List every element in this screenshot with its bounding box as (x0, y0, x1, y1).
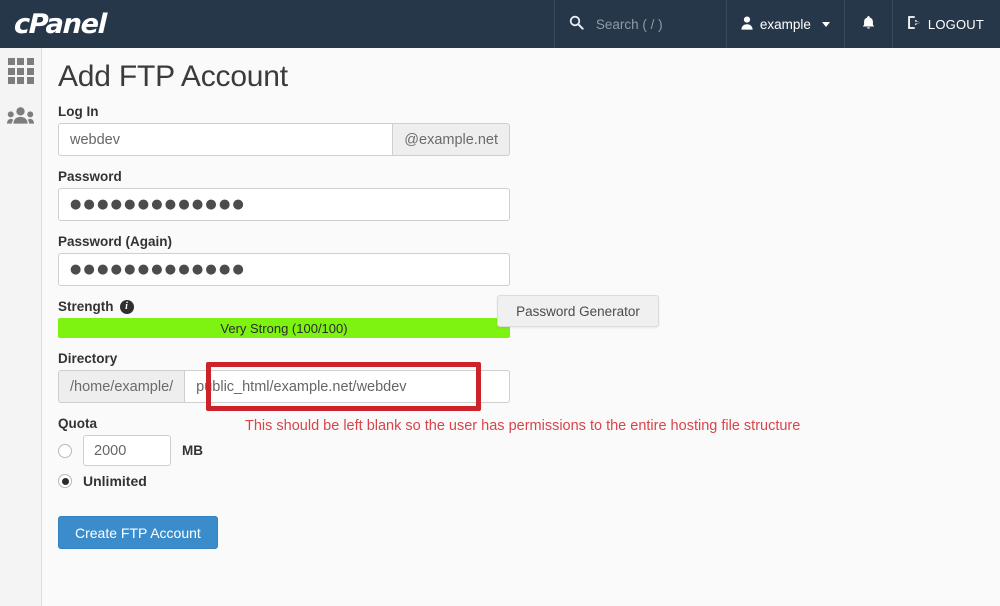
quota-unlimited-row[interactable]: Unlimited (58, 473, 1000, 489)
info-icon[interactable]: i (119, 299, 134, 314)
directory-prefix-addon: /home/example/ (58, 370, 185, 403)
directory-label: Directory (58, 351, 118, 366)
create-ftp-account-button[interactable]: Create FTP Account (58, 516, 218, 549)
password-again-label: Password (Again) (58, 234, 173, 249)
chevron-down-icon (821, 21, 830, 27)
strength-value: Very Strong (100/100) (220, 320, 348, 336)
directory-group: Directory /home/example/ (58, 351, 1000, 411)
login-label: Log In (58, 104, 99, 119)
logout-icon (907, 15, 923, 33)
search-icon (569, 15, 584, 33)
quota-limited-radio[interactable] (58, 443, 72, 458)
logout-button[interactable]: LOGOUT (891, 0, 1000, 48)
annotation-text: This should be left blank so the user ha… (245, 418, 801, 434)
quota-unit-label: MB (182, 443, 203, 458)
logout-label: LOGOUT (927, 16, 984, 32)
user-icon (741, 16, 753, 33)
user-menu[interactable]: example (725, 0, 844, 48)
main-content: Add FTP Account Log In @example.net Pass… (42, 48, 1000, 606)
notifications-button[interactable] (843, 0, 892, 48)
cpanel-logo[interactable]: cPanel (0, 0, 140, 48)
strength-bar: Very Strong (100/100) (58, 318, 510, 338)
quota-unlimited-radio[interactable] (58, 474, 72, 488)
strength-label: Strength (58, 299, 114, 314)
login-domain-addon: @example.net (392, 123, 510, 156)
password-input[interactable]: ●●●●●●●●●●●●● (58, 188, 510, 221)
password-field-group: Password ●●●●●●●●●●●●● (58, 169, 1000, 221)
quota-limited-row: MB (58, 435, 1000, 466)
directory-input-group: /home/example/ (58, 362, 510, 411)
password-again-field-group: Password (Again) ●●●●●●●●●●●●● (58, 234, 1000, 286)
search-placeholder: Search ( / ) (595, 16, 663, 32)
quota-value-input[interactable] (83, 435, 171, 466)
login-input[interactable] (58, 123, 393, 156)
top-header: cPanel Search ( / ) example LOGOUT (0, 0, 1000, 48)
quota-unlimited-label: Unlimited (83, 473, 147, 489)
page-title: Add FTP Account (58, 60, 288, 93)
password-label: Password (58, 169, 122, 184)
header-spacer (140, 0, 554, 48)
search-input[interactable]: Search ( / ) (553, 0, 726, 48)
login-input-group: @example.net (58, 123, 510, 156)
grid-icon (7, 58, 34, 84)
users-icon (7, 105, 34, 130)
password-again-input[interactable]: ●●●●●●●●●●●●● (58, 253, 510, 286)
user-name: example (759, 16, 811, 32)
sidebar-item-apps-grid[interactable] (0, 48, 41, 94)
directory-input-wrap (184, 370, 510, 403)
brand-text: cPanel (13, 8, 107, 40)
directory-input[interactable] (184, 370, 510, 403)
password-generator-button[interactable]: Password Generator (497, 295, 659, 327)
left-sidebar (0, 48, 42, 606)
login-field-group: Log In @example.net (58, 104, 1000, 156)
sidebar-item-user-manager[interactable] (0, 94, 41, 140)
bell-icon (861, 15, 876, 34)
